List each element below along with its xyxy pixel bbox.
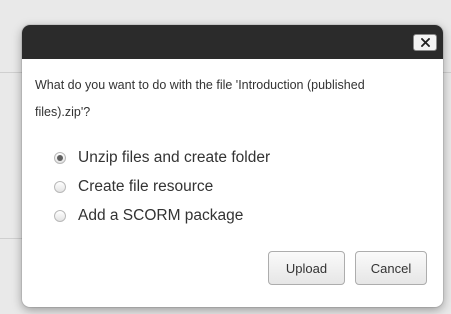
dialog-buttons: Upload Cancel (268, 251, 427, 285)
option-create-file-resource[interactable]: Create file resource (54, 172, 270, 201)
cancel-button[interactable]: Cancel (355, 251, 427, 285)
dialog-titlebar (22, 25, 443, 59)
background-divider (0, 72, 22, 73)
background-divider (0, 238, 22, 239)
option-unzip[interactable]: Unzip files and create folder (54, 143, 270, 172)
option-label: Create file resource (78, 177, 214, 195)
options-list: Unzip files and create folder Create fil… (54, 143, 270, 230)
option-label: Add a SCORM package (78, 206, 244, 224)
dialog-body: What do you want to do with the file 'In… (35, 72, 433, 126)
close-icon (420, 38, 430, 47)
radio-unzip[interactable] (54, 151, 66, 164)
radio-add-scorm[interactable] (54, 209, 66, 222)
close-button[interactable] (413, 34, 437, 51)
radio-create-file-resource[interactable] (54, 180, 66, 193)
option-add-scorm[interactable]: Add a SCORM package (54, 201, 270, 230)
upload-button[interactable]: Upload (268, 251, 345, 285)
dialog-message: What do you want to do with the file 'In… (35, 78, 365, 119)
upload-options-dialog: What do you want to do with the file 'In… (22, 25, 443, 307)
option-label: Unzip files and create folder (78, 148, 271, 166)
